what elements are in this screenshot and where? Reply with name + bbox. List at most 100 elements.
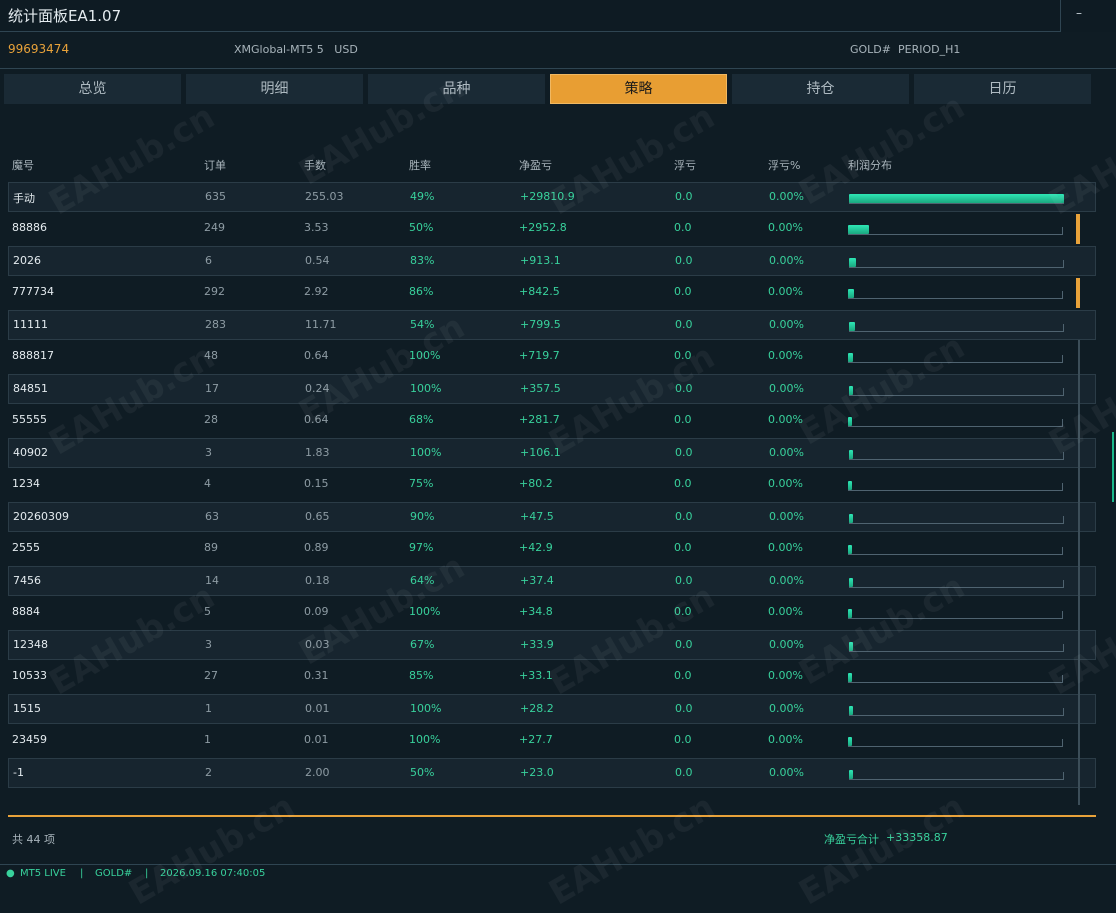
- row-lots: 0.09: [304, 605, 329, 618]
- row-float: 0.0: [674, 221, 692, 234]
- table-row[interactable]: 84851 17 0.24 100% +357.5 0.0 0.00%: [8, 374, 1096, 404]
- account-number: 99693474: [8, 42, 70, 56]
- minimize-button[interactable]: –: [1066, 2, 1092, 24]
- net-total-value: +33358.87: [886, 831, 948, 844]
- row-orders: 249: [204, 221, 225, 234]
- tab-calendar[interactable]: 日历: [914, 74, 1091, 104]
- profit-bar-track: [848, 227, 1063, 235]
- table-row[interactable]: 8884 5 0.09 100% +34.8 0.0 0.00%: [8, 598, 1096, 628]
- row-float: 0.0: [675, 190, 693, 203]
- row-float: 0.0: [674, 541, 692, 554]
- table-row[interactable]: 23459 1 0.01 100% +27.7 0.0 0.00%: [8, 726, 1096, 756]
- row-magic: 12348: [13, 638, 48, 651]
- table-row[interactable]: 10533 27 0.31 85% +33.1 0.0 0.00%: [8, 662, 1096, 692]
- row-float-pct: 0.00%: [768, 221, 803, 234]
- row-float: 0.0: [675, 510, 693, 523]
- row-net: +47.5: [520, 510, 554, 523]
- profit-bar-track: [849, 516, 1064, 524]
- row-magic: 55555: [12, 413, 47, 426]
- status-time: 2026.09.16 07:40:05: [160, 868, 266, 879]
- profit-bar-track: [849, 644, 1064, 652]
- table-row[interactable]: 12348 3 0.03 67% +33.9 0.0 0.00%: [8, 630, 1096, 660]
- profit-bar-fill: [849, 258, 856, 267]
- row-net: +42.9: [519, 541, 553, 554]
- row-lots: 3.53: [304, 221, 329, 234]
- row-orders: 3: [205, 638, 212, 651]
- tab-overview[interactable]: 总览: [4, 74, 181, 104]
- scrollbar-track[interactable]: [1078, 340, 1080, 805]
- profit-bar-fill: [848, 289, 854, 298]
- total-count: 共 44 项: [12, 833, 55, 846]
- table-row[interactable]: 2555 89 0.89 97% +42.9 0.0 0.00%: [8, 534, 1096, 564]
- row-float: 0.0: [674, 349, 692, 362]
- row-winrate: 49%: [410, 190, 435, 203]
- row-net: +28.2: [520, 702, 554, 715]
- row-float-pct: 0.00%: [768, 605, 803, 618]
- table-row[interactable]: 7456 14 0.18 64% +37.4 0.0 0.00%: [8, 566, 1096, 596]
- row-winrate: 100%: [409, 605, 441, 618]
- profit-bar-track: [849, 324, 1064, 332]
- table-row[interactable]: 20260309 63 0.65 90% +47.5 0.0 0.00%: [8, 502, 1096, 532]
- row-net: +27.7: [519, 733, 553, 746]
- row-winrate: 67%: [410, 638, 435, 651]
- profit-bar-fill: [848, 353, 853, 362]
- profit-bar-track: [849, 580, 1064, 588]
- row-float-pct: 0.00%: [769, 254, 804, 267]
- row-net: +33.9: [520, 638, 554, 651]
- row-winrate: 50%: [409, 221, 434, 234]
- row-magic: 1234: [12, 477, 40, 490]
- status-symbol: GOLD#: [95, 868, 133, 879]
- profit-bar-track: [848, 739, 1063, 747]
- profit-bar-fill: [849, 770, 853, 779]
- table-row[interactable]: 1234 4 0.15 75% +80.2 0.0 0.00%: [8, 470, 1096, 500]
- profit-bar-fill: [849, 194, 1064, 203]
- profit-bar-track: [848, 355, 1063, 363]
- table-row[interactable]: 1515 1 0.01 100% +28.2 0.0 0.00%: [8, 694, 1096, 724]
- profit-bar-fill: [849, 578, 853, 587]
- row-net: +106.1: [520, 446, 561, 459]
- table-row[interactable]: 888817 48 0.64 100% +719.7 0.0 0.00%: [8, 342, 1096, 372]
- table-row[interactable]: 手动 635 255.03 49% +29810.9 0.0 0.00%: [8, 182, 1096, 212]
- row-winrate: 50%: [410, 766, 435, 779]
- table-row[interactable]: 11111 283 11.71 54% +799.5 0.0 0.00%: [8, 310, 1096, 340]
- tab-strategy[interactable]: 策略: [550, 74, 727, 104]
- row-orders: 283: [205, 318, 226, 331]
- profit-bar-track: [849, 388, 1064, 396]
- row-float: 0.0: [674, 477, 692, 490]
- tab-details[interactable]: 明细: [186, 74, 363, 104]
- row-magic: -1: [13, 766, 24, 779]
- row-net: +357.5: [520, 382, 561, 395]
- tab-symbols[interactable]: 品种: [368, 74, 545, 104]
- row-orders: 17: [205, 382, 219, 395]
- row-float-pct: 0.00%: [769, 574, 804, 587]
- row-orders: 5: [204, 605, 211, 618]
- row-winrate: 83%: [410, 254, 435, 267]
- row-magic: 1515: [13, 702, 41, 715]
- server-currency: XMGlobal-MT5 5 USD: [234, 43, 358, 56]
- col-float: 浮亏: [674, 159, 696, 172]
- row-lots: 0.01: [304, 733, 329, 746]
- table-row[interactable]: 88886 249 3.53 50% +2952.8 0.0 0.00%: [8, 214, 1096, 244]
- table-row[interactable]: 40902 3 1.83 100% +106.1 0.0 0.00%: [8, 438, 1096, 468]
- row-float: 0.0: [674, 413, 692, 426]
- row-lots: 0.54: [305, 254, 330, 267]
- row-float: 0.0: [675, 766, 693, 779]
- table-row[interactable]: -1 2 2.00 50% +23.0 0.0 0.00%: [8, 758, 1096, 788]
- table-row[interactable]: 55555 28 0.64 68% +281.7 0.0 0.00%: [8, 406, 1096, 436]
- profit-bar-fill: [848, 481, 852, 490]
- row-orders: 63: [205, 510, 219, 523]
- title-bar: 统计面板EA1.07 –: [0, 0, 1116, 32]
- row-lots: 2.00: [305, 766, 330, 779]
- row-net: +80.2: [519, 477, 553, 490]
- row-lots: 0.01: [305, 702, 330, 715]
- row-orders: 14: [205, 574, 219, 587]
- tab-positions[interactable]: 持仓: [732, 74, 909, 104]
- row-orders: 28: [204, 413, 218, 426]
- profit-bar-fill: [849, 706, 853, 715]
- table-row[interactable]: 777734 292 2.92 86% +842.5 0.0 0.00%: [8, 278, 1096, 308]
- row-magic: 2026: [13, 254, 41, 267]
- row-float: 0.0: [675, 318, 693, 331]
- row-net: +2952.8: [519, 221, 567, 234]
- profit-bar-track: [849, 260, 1064, 268]
- table-row[interactable]: 2026 6 0.54 83% +913.1 0.0 0.00%: [8, 246, 1096, 276]
